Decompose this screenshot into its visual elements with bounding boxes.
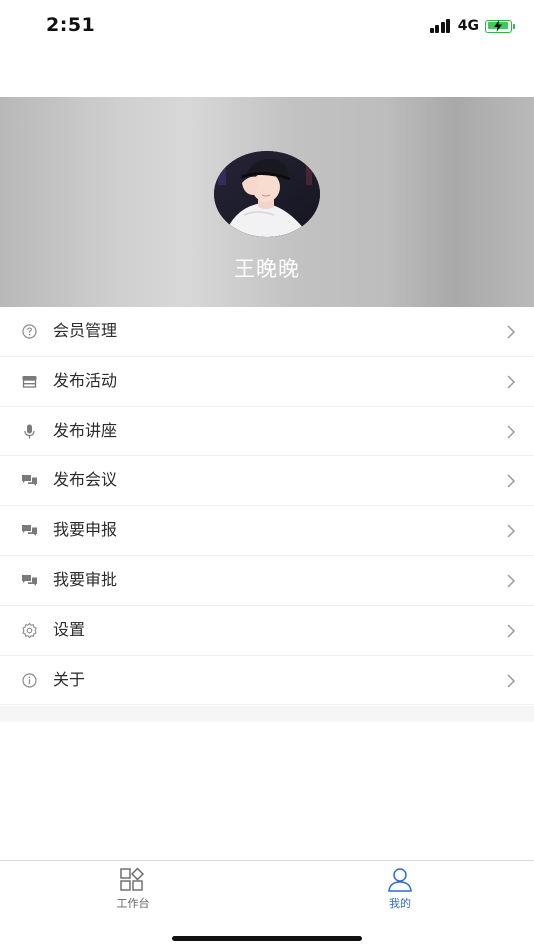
person-icon <box>388 868 412 892</box>
profile-header: 王晚晚 <box>0 97 534 307</box>
menu-item-approve[interactable]: 我要审批 <box>0 556 534 606</box>
profile-name: 王晚晚 <box>234 257 300 281</box>
menu-item-label: 发布活动 <box>53 370 118 390</box>
status-indicators: 4G <box>429 17 515 35</box>
menu-item-publish-activity[interactable]: 发布活动 <box>0 357 534 407</box>
signal-icon <box>429 19 452 33</box>
info-circle-icon <box>22 672 37 688</box>
tab-label: 工作台 <box>116 897 150 910</box>
chevron-right-icon <box>507 375 516 389</box>
menu-item-label: 关于 <box>53 669 86 689</box>
chevron-right-icon <box>507 674 516 688</box>
tab-label: 我的 <box>389 897 411 910</box>
home-indicator[interactable] <box>172 936 362 941</box>
chevron-right-icon <box>507 474 516 488</box>
menu-item-label: 会员管理 <box>53 321 118 340</box>
gear-icon <box>22 622 37 639</box>
question-circle-icon <box>22 324 37 339</box>
chevron-right-icon <box>507 325 516 339</box>
chevron-right-icon <box>507 524 516 538</box>
menu-item-label: 我要申报 <box>53 520 118 540</box>
status-bar: 2:51 4G <box>0 0 534 52</box>
microphone-icon <box>24 424 35 439</box>
tab-mine[interactable]: 我的 <box>360 867 440 911</box>
grid-icon <box>120 867 144 891</box>
menu-item-label: 设置 <box>53 619 86 639</box>
menu-item-publish-lecture[interactable]: 发布讲座 <box>0 407 534 457</box>
store-icon <box>22 375 37 388</box>
status-time: 2:51 <box>46 14 96 36</box>
chat-bubbles-icon <box>22 525 37 537</box>
chevron-right-icon <box>507 574 516 588</box>
network-label: 4G <box>457 18 479 34</box>
battery-icon <box>485 19 515 33</box>
menu-item-about[interactable]: 关于 <box>0 656 534 706</box>
menu-item-publish-meeting[interactable]: 发布会议 <box>0 456 534 507</box>
chevron-right-icon <box>507 425 516 439</box>
chat-bubbles-icon <box>22 574 37 586</box>
menu-footer-divider <box>0 706 534 722</box>
menu-item-member-management[interactable]: 会员管理 <box>0 307 534 357</box>
menu-item-label: 我要审批 <box>53 569 118 589</box>
chevron-right-icon <box>507 624 516 638</box>
tab-workbench[interactable]: 工作台 <box>93 867 173 911</box>
avatar[interactable] <box>214 151 320 237</box>
menu-item-label: 发布讲座 <box>53 420 118 440</box>
menu-item-settings[interactable]: 设置 <box>0 606 534 656</box>
menu-item-apply[interactable]: 我要申报 <box>0 506 534 556</box>
chat-bubbles-icon <box>22 475 37 487</box>
menu-list: 会员管理 发布活动 发布讲座 发布会议 我要申报 我要审批 设置 关于 <box>0 307 534 706</box>
menu-item-label: 发布会议 <box>53 470 118 490</box>
